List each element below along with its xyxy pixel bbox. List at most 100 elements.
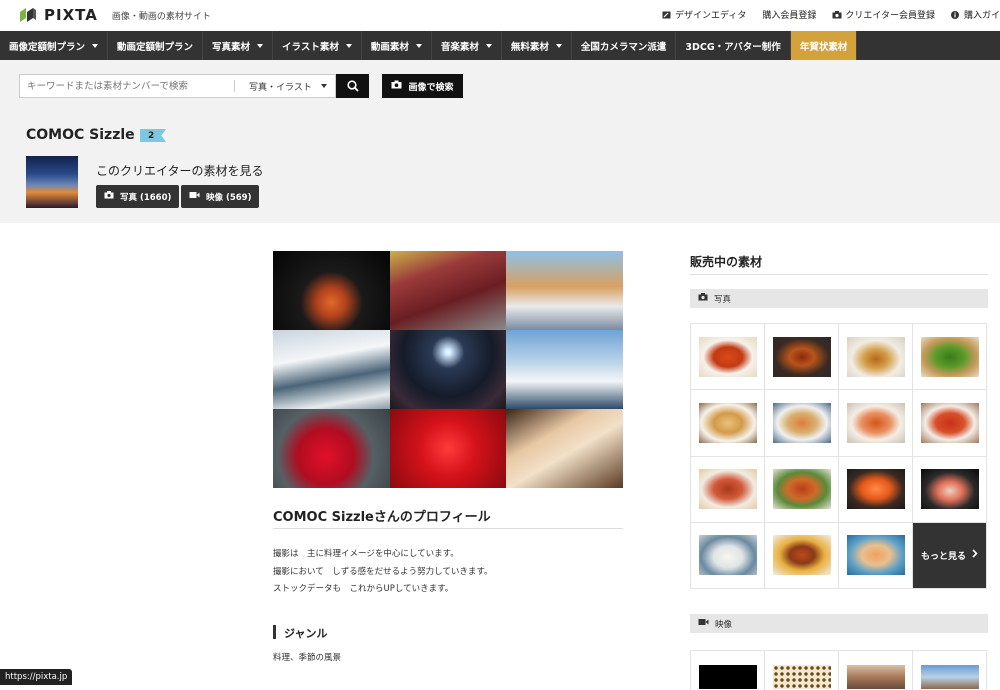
featured-photo[interactable] — [506, 330, 623, 409]
divider — [690, 274, 988, 275]
photo-thumbnail[interactable] — [691, 522, 765, 589]
buyer-guide-link[interactable]: 購入ガイ — [950, 8, 1000, 21]
photo-thumbnail[interactable] — [913, 324, 987, 391]
nav-label: 年賀状素材 — [799, 41, 848, 53]
video-thumbnail-grid — [690, 650, 987, 690]
featured-photo-grid — [273, 251, 623, 488]
section-marker — [273, 625, 276, 639]
avatar[interactable] — [26, 156, 78, 208]
image-search-button[interactable]: 画像で検索 — [382, 74, 463, 98]
featured-photo[interactable] — [273, 330, 390, 409]
featured-photo[interactable] — [273, 251, 390, 330]
pixta-logo-icon — [18, 6, 38, 24]
buyer-register-label: 購入会員登録 — [762, 11, 817, 21]
video-camera-icon — [698, 618, 709, 629]
image-search-label: 画像で検索 — [408, 82, 454, 93]
nav-cameraman[interactable]: 全国カメラマン派遣 — [572, 31, 677, 60]
nav-free[interactable]: 無料素材 — [502, 31, 572, 60]
camera-icon — [391, 80, 402, 92]
featured-photo[interactable] — [389, 330, 507, 409]
photo-thumbnail[interactable] — [765, 522, 839, 589]
photo-thumbnail[interactable] — [839, 324, 913, 391]
sidebar-title: 販売中の素材 — [690, 255, 763, 269]
nav-nengajo[interactable]: 年賀状素材 — [790, 31, 858, 60]
video-thumbnail[interactable] — [765, 651, 839, 690]
search-bar: 写真・イラスト 画像で検索 — [0, 60, 1000, 111]
camera-icon — [832, 10, 842, 19]
photo-section-header: 写真 — [690, 289, 988, 308]
nav-label: 動画定額制プラン — [117, 41, 194, 53]
photo-thumbnail[interactable] — [839, 456, 913, 523]
search-button[interactable] — [336, 74, 369, 98]
nav-music[interactable]: 音楽素材 — [432, 31, 502, 60]
photo-thumbnail[interactable] — [839, 390, 913, 457]
photo-thumbnail[interactable] — [691, 324, 765, 391]
genre-value: 料理、季節の風景 — [273, 653, 342, 663]
nav-illust[interactable]: イラスト素材 — [273, 31, 362, 60]
nav-label: 3DCG・アバター制作 — [685, 41, 781, 53]
featured-photo[interactable] — [389, 409, 507, 488]
profile-title: COMOC Sizzleさんのプロフィール — [273, 510, 491, 525]
photo-count-button[interactable]: 写真 (1660) — [96, 185, 180, 208]
featured-photo[interactable] — [273, 409, 390, 488]
photo-thumbnail[interactable] — [913, 456, 987, 523]
search-input[interactable] — [20, 75, 234, 97]
photo-section-label: 写真 — [714, 294, 732, 305]
chevron-down-icon — [345, 43, 352, 48]
profile-line: ストックデータも これからUPしていきます。 — [273, 584, 454, 594]
creator-header: COMOC Sizzle 2 このクリエイターの素材を見る 写真 (1660) … — [0, 111, 1000, 223]
featured-photo[interactable] — [506, 409, 623, 488]
brand-tagline: 画像・動画の素材サイト — [111, 11, 211, 22]
nav-label: 動画素材 — [370, 41, 409, 53]
top-links: デザインエディタ 購入会員登録 クリエイター会員登録 購入ガイ — [646, 8, 1000, 21]
nav-video[interactable]: 動画素材 — [362, 31, 432, 60]
genre-title: ジャンル — [284, 627, 328, 640]
nav-label: 音楽素材 — [440, 41, 479, 53]
profile-line: 撮影において しずる感をだせるよう努力していきます。 — [273, 566, 493, 577]
nav-label: 全国カメラマン派遣 — [580, 41, 667, 53]
more-button[interactable]: もっと見る — [913, 522, 987, 589]
photo-thumbnail[interactable] — [691, 456, 765, 523]
video-thumbnail[interactable] — [839, 651, 913, 690]
pixta-logo[interactable]: PIXTA 画像・動画の素材サイト — [18, 6, 211, 24]
photo-thumbnail[interactable] — [839, 522, 913, 589]
nav-3dcg[interactable]: 3DCG・アバター制作 — [676, 31, 791, 60]
creator-register-link[interactable]: クリエイター会員登録 — [832, 8, 935, 21]
see-works-label: このクリエイターの素材を見る — [96, 164, 264, 178]
top-header: PIXTA 画像・動画の素材サイト デザインエディタ 購入会員登録 クリエイター… — [0, 0, 1000, 30]
creator-name: COMOC Sizzle — [26, 127, 135, 143]
more-label: もっと見る — [920, 551, 966, 562]
video-count-button[interactable]: 映像 (569) — [181, 185, 260, 208]
profile-body: 撮影は 主に料理イメージを中心にしています。 撮影において しずる感をだせるよう… — [273, 546, 492, 599]
chevron-down-icon — [415, 43, 422, 48]
photo-thumbnail[interactable] — [765, 324, 839, 391]
design-editor-link[interactable]: デザインエディタ — [662, 8, 746, 21]
chevron-down-icon — [555, 43, 562, 48]
photo-thumbnail[interactable] — [913, 390, 987, 457]
nav-label: イラスト素材 — [282, 41, 339, 53]
chevron-down-icon — [92, 43, 99, 48]
search-icon — [346, 77, 359, 96]
creator-level-badge: 2 — [140, 129, 166, 142]
photo-thumbnail[interactable] — [691, 390, 765, 457]
chevron-down-icon — [257, 43, 264, 48]
nav-video-plan[interactable]: 動画定額制プラン — [108, 31, 204, 60]
category-select[interactable]: 写真・イラスト — [235, 80, 335, 93]
design-editor-label: デザインエディタ — [674, 11, 747, 21]
info-icon — [950, 10, 960, 19]
creator-register-label: クリエイター会員登録 — [845, 11, 935, 21]
video-thumbnail[interactable] — [913, 651, 987, 690]
nav-label: 無料素材 — [510, 41, 549, 53]
video-count-label: 映像 (569) — [206, 192, 252, 203]
featured-photo[interactable] — [506, 251, 623, 330]
pen-square-icon — [662, 11, 671, 19]
video-thumbnail[interactable] — [691, 651, 765, 690]
photo-thumbnail[interactable] — [765, 390, 839, 457]
photo-thumbnail[interactable] — [765, 456, 839, 523]
featured-photo[interactable] — [389, 251, 507, 330]
buyer-register-link[interactable]: 購入会員登録 — [762, 8, 816, 21]
divider — [273, 528, 623, 529]
nav-image-plan[interactable]: 画像定額制プラン — [0, 31, 109, 60]
search-box: 写真・イラスト — [19, 74, 336, 98]
nav-photo[interactable]: 写真素材 — [203, 31, 274, 60]
